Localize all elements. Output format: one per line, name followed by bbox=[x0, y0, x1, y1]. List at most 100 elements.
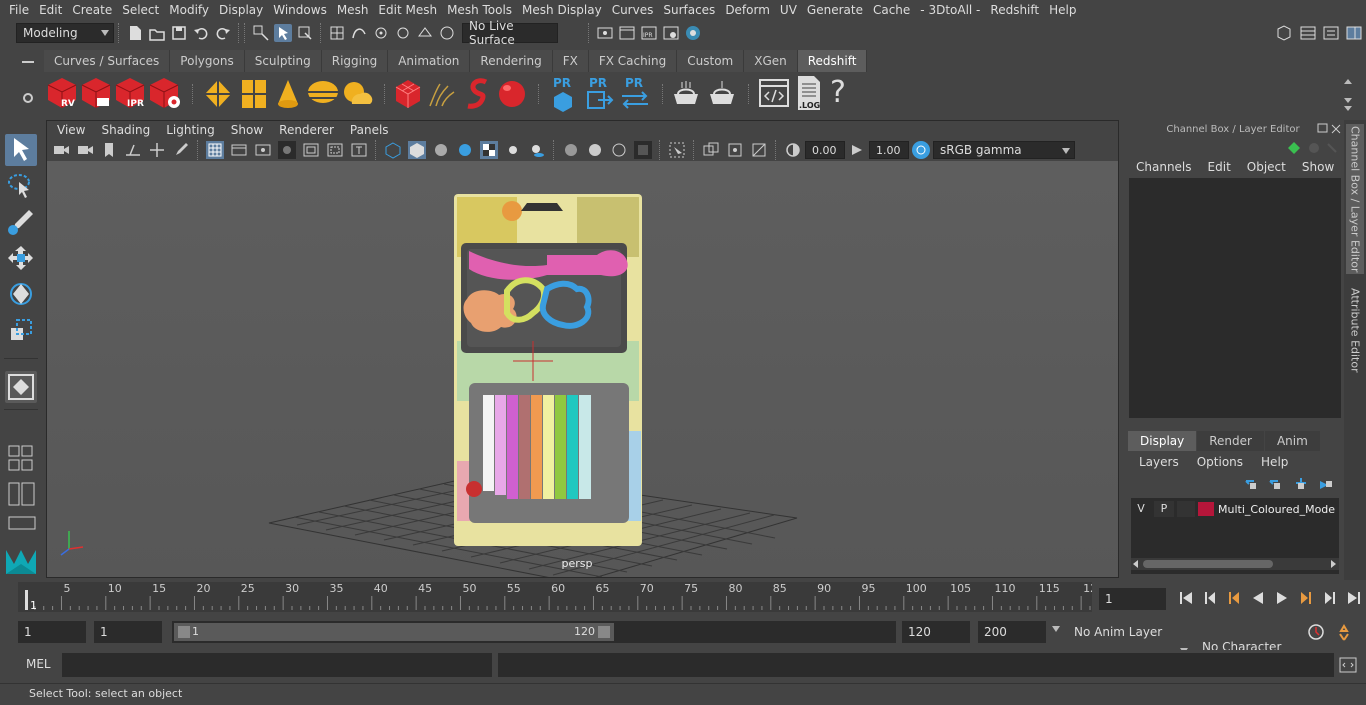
menu-generate[interactable]: Generate bbox=[802, 3, 868, 17]
wireframe-icon[interactable] bbox=[384, 141, 402, 159]
redshift-volume-icon[interactable] bbox=[462, 76, 494, 110]
viewport-menu-view[interactable]: View bbox=[49, 123, 93, 137]
time-slider[interactable]: 5 10 15 20 25 30 35 40 45 50 55 60 65 70 75 80 85 90 95 100… bbox=[18, 582, 1097, 612]
layer-scrollbar[interactable] bbox=[1131, 558, 1339, 570]
menu-surfaces[interactable]: Surfaces bbox=[658, 3, 720, 17]
select-component-icon[interactable] bbox=[296, 24, 314, 42]
workspace-dropdown[interactable]: Modeling bbox=[16, 23, 114, 43]
grease-pencil-icon[interactable] bbox=[172, 141, 190, 159]
current-frame-marker[interactable] bbox=[25, 590, 28, 610]
default-material-icon[interactable] bbox=[432, 141, 450, 159]
lasso-tool-icon[interactable] bbox=[5, 170, 37, 202]
log-file-icon[interactable]: .LOG bbox=[794, 74, 824, 112]
shelf-tab-custom[interactable]: Custom bbox=[677, 50, 745, 72]
step-forward-icon[interactable] bbox=[1321, 589, 1339, 607]
channelbox-toggle-icon[interactable] bbox=[1345, 24, 1363, 42]
channel-menu-channels[interactable]: Channels bbox=[1128, 160, 1200, 174]
step-back-icon[interactable] bbox=[1201, 589, 1219, 607]
select-hierarchy-icon[interactable] bbox=[252, 24, 270, 42]
layer-visibility-toggle[interactable]: V bbox=[1131, 501, 1151, 517]
scale-tool-icon[interactable] bbox=[5, 314, 37, 346]
channel-menu-show[interactable]: Show bbox=[1294, 160, 1342, 174]
shelf-tab-rigging[interactable]: Rigging bbox=[321, 50, 389, 72]
paint-select-tool-icon[interactable] bbox=[5, 206, 37, 238]
redshift-grid-icon[interactable] bbox=[240, 78, 268, 110]
xray-components-icon[interactable] bbox=[750, 141, 768, 159]
menu-create[interactable]: Create bbox=[67, 3, 117, 17]
undo-icon[interactable] bbox=[192, 24, 210, 42]
menu-curves[interactable]: Curves bbox=[607, 3, 659, 17]
shelf-tab-xgen[interactable]: XGen bbox=[744, 50, 798, 72]
viewport-menu-panels[interactable]: Panels bbox=[342, 123, 397, 137]
rotate-tool-icon[interactable] bbox=[5, 278, 37, 310]
lights-icon[interactable] bbox=[504, 141, 522, 159]
redshift-settings-icon[interactable] bbox=[148, 76, 182, 110]
menu-mesh-tools[interactable]: Mesh Tools bbox=[442, 3, 517, 17]
image-plane-icon[interactable] bbox=[124, 141, 142, 159]
scene-start-field[interactable]: 1 bbox=[18, 621, 86, 643]
workspace-icon[interactable] bbox=[1275, 24, 1293, 42]
redshift-pr-swap-icon[interactable]: PR bbox=[618, 74, 652, 112]
layer-tools-icon[interactable] bbox=[1240, 475, 1340, 495]
live-surface-field[interactable]: No Live Surface bbox=[462, 19, 558, 47]
tab-attribute-editor[interactable]: Attribute Editor bbox=[1346, 280, 1364, 380]
open-scene-icon[interactable] bbox=[148, 24, 166, 42]
script-editor-button-icon[interactable] bbox=[1338, 656, 1358, 674]
hypershade-icon[interactable] bbox=[684, 24, 702, 42]
shadows-icon[interactable] bbox=[528, 141, 546, 159]
render-settings-icon[interactable] bbox=[662, 24, 680, 42]
attribute-toggle-icon[interactable] bbox=[1322, 24, 1340, 42]
resolution-gate-icon[interactable] bbox=[254, 141, 272, 159]
color-management-icon[interactable] bbox=[912, 141, 930, 159]
tab-channel-box[interactable]: Channel Box / Layer Editor bbox=[1346, 124, 1364, 274]
shelf-tab-sculpting[interactable]: Sculpting bbox=[244, 50, 322, 72]
range-end-grip[interactable] bbox=[598, 626, 610, 638]
redshift-proxy-icon[interactable] bbox=[394, 78, 422, 110]
current-frame-field[interactable]: 1 bbox=[1099, 588, 1166, 610]
layer-playback-toggle[interactable]: P bbox=[1154, 501, 1174, 517]
auto-key-icon[interactable] bbox=[1306, 622, 1326, 642]
ipr-render-icon[interactable]: IPR bbox=[640, 24, 658, 42]
go-to-end-icon[interactable] bbox=[1345, 589, 1363, 607]
layout-quad-icon[interactable] bbox=[8, 444, 36, 474]
snap-point-icon[interactable] bbox=[372, 24, 390, 42]
bake-settings-icon[interactable] bbox=[706, 78, 738, 110]
viewport-menu-renderer[interactable]: Renderer bbox=[271, 123, 342, 137]
bookmark-icon[interactable] bbox=[100, 141, 118, 159]
layer-menu-layers[interactable]: Layers bbox=[1130, 455, 1188, 469]
panel-float-icon[interactable] bbox=[1316, 122, 1344, 136]
channel-menu-edit[interactable]: Edit bbox=[1200, 160, 1239, 174]
shelf-tab-fx[interactable]: FX bbox=[552, 50, 589, 72]
viewport-menu-show[interactable]: Show bbox=[223, 123, 271, 137]
menu-edit-mesh[interactable]: Edit Mesh bbox=[373, 3, 442, 17]
antialiasing-icon[interactable] bbox=[610, 141, 628, 159]
layout-toggle-icon[interactable] bbox=[1299, 24, 1317, 42]
redshift-rv-icon[interactable]: RV bbox=[46, 76, 78, 110]
redo-icon[interactable] bbox=[214, 24, 232, 42]
layer-color-swatch[interactable] bbox=[1198, 502, 1214, 516]
layer-tab-render[interactable]: Render bbox=[1197, 431, 1264, 451]
anim-layer-dropdown[interactable]: No Anim Layer bbox=[1050, 621, 1178, 643]
go-to-start-icon[interactable] bbox=[1177, 589, 1195, 607]
new-scene-icon[interactable] bbox=[126, 24, 144, 42]
playback-start-field[interactable]: 1 bbox=[94, 621, 162, 643]
shelf-tab-rendering[interactable]: Rendering bbox=[470, 50, 553, 72]
grid-toggle-icon[interactable] bbox=[206, 141, 224, 159]
move-tool-icon[interactable] bbox=[5, 242, 37, 274]
gamma-icon[interactable] bbox=[848, 141, 866, 159]
playback-end-field[interactable]: 120 bbox=[902, 621, 970, 643]
menu-uv[interactable]: UV bbox=[775, 3, 802, 17]
ambient-occlusion-icon[interactable] bbox=[562, 141, 580, 159]
redshift-domelight-icon[interactable] bbox=[306, 78, 340, 110]
scene-end-field[interactable]: 200 bbox=[978, 621, 1046, 643]
menu-redshift[interactable]: Redshift bbox=[985, 3, 1044, 17]
redshift-sunsky-icon[interactable] bbox=[340, 78, 374, 110]
two-d-pan-icon[interactable] bbox=[148, 141, 166, 159]
redshift-ipr-icon[interactable]: IPR bbox=[114, 76, 148, 110]
shelf-settings-icon[interactable] bbox=[18, 88, 38, 108]
safe-action-icon[interactable] bbox=[326, 141, 344, 159]
film-gate-icon[interactable] bbox=[230, 141, 248, 159]
viewport-menu-lighting[interactable]: Lighting bbox=[158, 123, 223, 137]
channel-box-area[interactable] bbox=[1129, 178, 1341, 418]
channel-box-tools-icon[interactable] bbox=[1286, 140, 1342, 158]
